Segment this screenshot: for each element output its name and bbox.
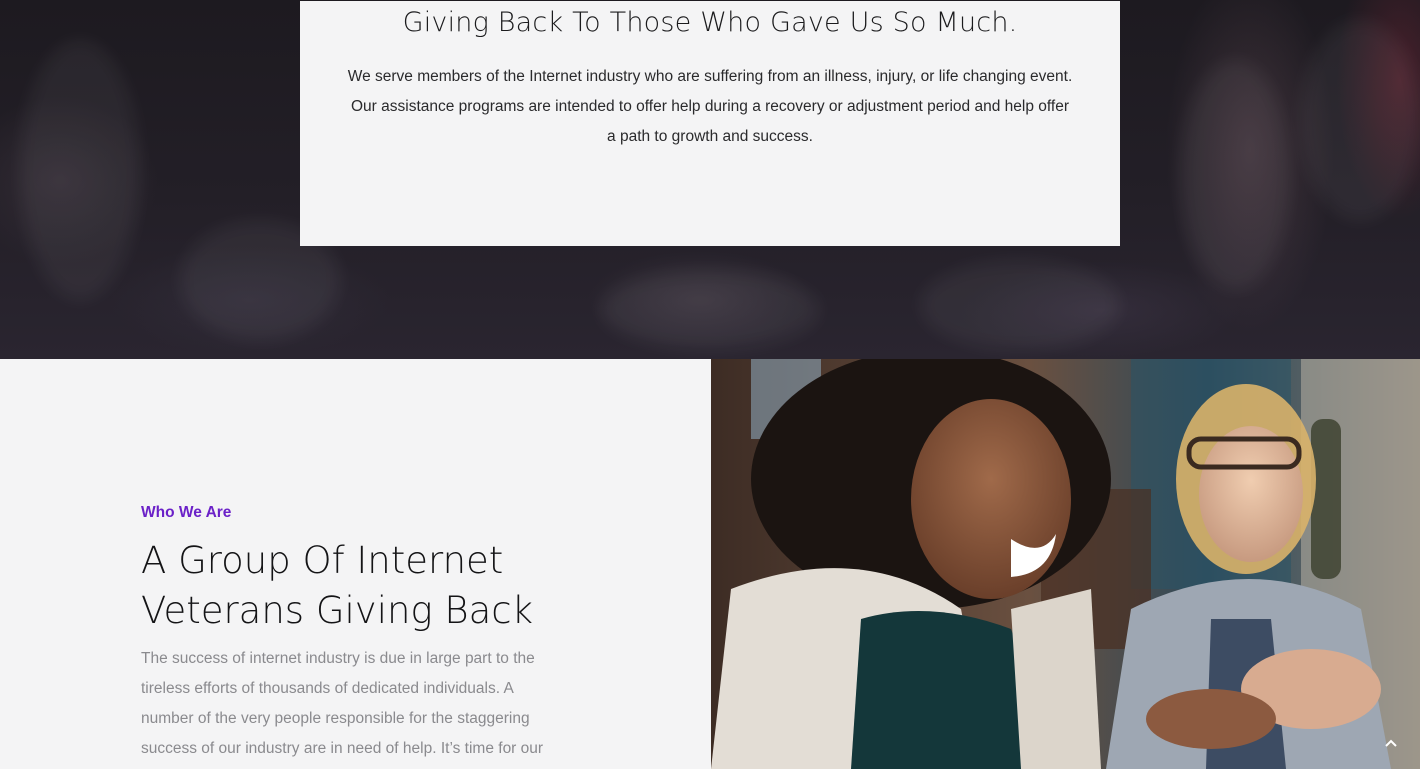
women-laughing-illustration: [711, 359, 1420, 769]
about-photo: [711, 359, 1420, 769]
hero-section: Giving Back To Those Who Gave Us So Much…: [0, 0, 1420, 359]
chevron-up-icon: [1385, 739, 1397, 747]
about-title: A Group Of Internet Veterans Giving Back: [141, 539, 534, 632]
section-eyebrow: Who We Are: [141, 504, 232, 521]
scroll-to-top-button[interactable]: [1376, 729, 1406, 757]
about-section: Who We Are A Group Of Internet Veterans …: [0, 359, 711, 769]
about-description: The success of internet industry is due …: [141, 650, 544, 757]
hero-description: We serve members of the Internet industr…: [347, 68, 1073, 145]
hero-card: Giving Back To Those Who Gave Us So Much…: [300, 1, 1120, 246]
hero-title: Giving Back To Those Who Gave Us So Much…: [402, 7, 1018, 38]
